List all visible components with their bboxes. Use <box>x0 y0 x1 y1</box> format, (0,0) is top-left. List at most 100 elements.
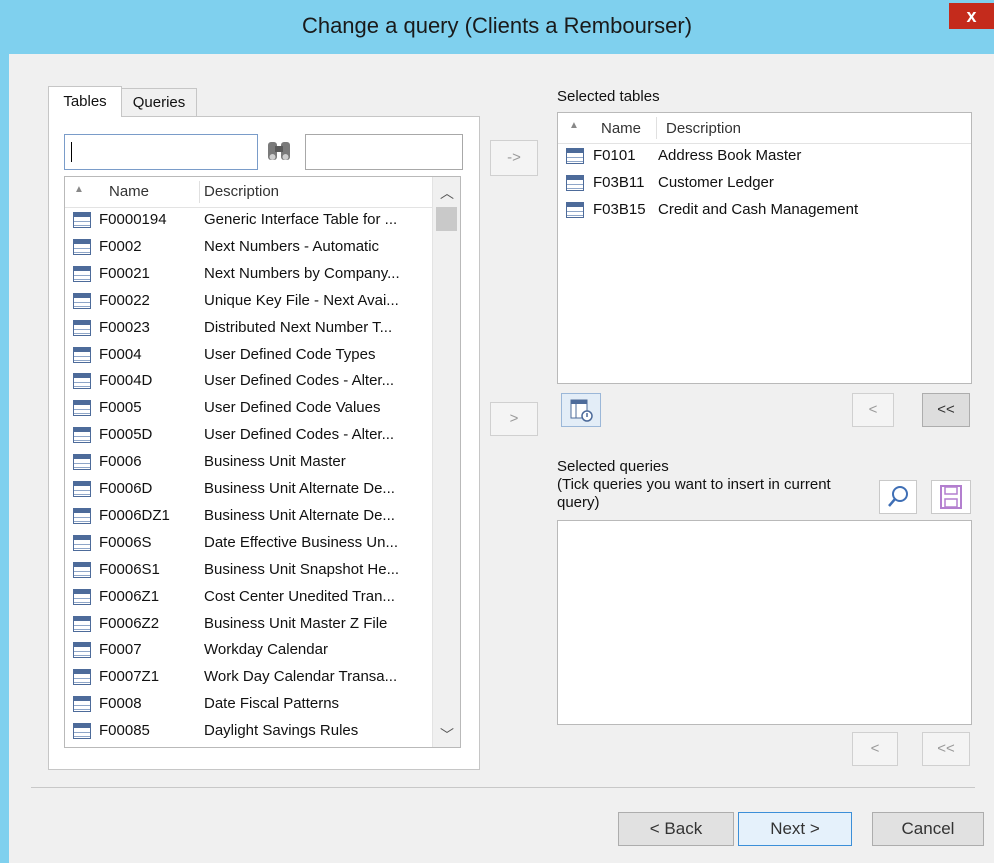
table-row[interactable]: F0008 Date Fiscal Patterns <box>65 691 432 718</box>
table-row[interactable]: F00021 Next Numbers by Company... <box>65 261 432 288</box>
table-icon <box>73 723 91 740</box>
table-description: Business Unit Master Z File <box>204 614 388 632</box>
table-row[interactable]: F03B15 Credit and Cash Management <box>558 197 971 224</box>
table-row[interactable]: F0006D Business Unit Alternate De... <box>65 476 432 503</box>
save-query-button[interactable] <box>931 480 971 514</box>
table-name: F03B11 <box>593 174 645 191</box>
title-bar[interactable]: Change a query (Clients a Rembourser) x <box>0 0 994 54</box>
selected-queries-hint: (Tick queries you want to insert in curr… <box>557 476 831 493</box>
table-name: F0000194 <box>99 211 167 228</box>
column-divider[interactable] <box>656 117 657 139</box>
table-row[interactable]: F00023 Distributed Next Number T... <box>65 315 432 342</box>
filter-input[interactable] <box>305 134 463 170</box>
table-name: F0006DZ1 <box>99 506 170 524</box>
table-name: F0006S1 <box>99 560 160 578</box>
table-row[interactable]: F0004 User Defined Code Types <box>65 342 432 369</box>
available-tables-list: ▲ Name Description F0000194 Generic Inter… <box>64 176 461 748</box>
table-row[interactable]: F0006Z1 Cost Center Unedited Tran... <box>65 584 432 611</box>
table-name: F0004D <box>99 372 153 390</box>
magnifier-icon <box>888 486 908 507</box>
next-button[interactable]: Next > <box>738 812 852 846</box>
column-name[interactable]: Name <box>109 183 149 200</box>
table-icon <box>73 265 91 282</box>
scrollbar-thumb[interactable] <box>436 207 457 231</box>
table-icon <box>73 481 91 497</box>
table-row[interactable]: F0007Z1 Work Day Calendar Transa... <box>65 664 432 691</box>
table-row[interactable]: F00022 Unique Key File - Next Avai... <box>65 288 432 315</box>
table-description: Credit and Cash Management <box>658 201 859 218</box>
table-row[interactable]: F00085 Daylight Savings Rules <box>65 718 432 745</box>
table-row[interactable]: F0006S Date Effective Business Un... <box>65 530 432 557</box>
table-name: F03B15 <box>593 201 646 218</box>
table-icon <box>73 561 91 578</box>
table-name: F0005D <box>99 426 153 444</box>
table-row[interactable]: F0005D User Defined Codes - Alter... <box>65 422 432 449</box>
browse-query-button[interactable] <box>879 480 917 514</box>
search-button[interactable] <box>262 134 296 168</box>
column-description[interactable]: Description <box>666 120 741 137</box>
table-description: Work Day Calendar Transa... <box>204 668 398 686</box>
table-icon <box>73 507 91 524</box>
table-name: F0007 <box>99 641 142 659</box>
search-input[interactable] <box>64 134 258 170</box>
table-icon <box>73 615 91 632</box>
table-icon <box>73 642 91 659</box>
scroll-down-arrow-icon[interactable]: ﹀ <box>440 725 454 745</box>
tab-queries[interactable]: Queries <box>121 88 197 117</box>
table-description: Generic Interface Table for ... <box>204 211 398 228</box>
close-button[interactable]: x <box>949 3 994 29</box>
table-description: User Defined Codes - Alter... <box>204 372 395 390</box>
selected-tables-list: ▲ Name Description F0101 Address Book Mas… <box>557 112 972 384</box>
table-icon <box>73 400 91 417</box>
table-description: User Defined Code Values <box>204 399 381 417</box>
selected-queries-list[interactable] <box>557 520 972 725</box>
table-name: F0006D <box>99 480 153 497</box>
remove-table-button[interactable]: < <box>852 393 894 427</box>
table-icon <box>73 319 91 336</box>
selected-queries-hint-cont: query) <box>557 494 600 511</box>
table-row[interactable]: F0000194 Generic Interface Table for ... <box>65 207 432 234</box>
table-name: F0006Z1 <box>99 587 160 605</box>
table-row[interactable]: F0002 Next Numbers - Automatic <box>65 234 432 261</box>
table-name: F0008 <box>99 695 142 713</box>
table-row[interactable]: F0006S1 Business Unit Snapshot He... <box>65 557 432 584</box>
back-button[interactable]: < Back <box>618 812 734 846</box>
cancel-button[interactable]: Cancel <box>872 812 984 846</box>
table-description: Business Unit Alternate De... <box>204 480 395 497</box>
remove-query-button[interactable]: < <box>852 732 898 766</box>
vertical-scrollbar[interactable]: ︿ ﹀ <box>432 177 460 747</box>
table-row[interactable]: F03B11 Customer Ledger <box>558 170 971 197</box>
table-name: F00023 <box>99 318 150 336</box>
table-row[interactable]: F0006 Business Unit Master <box>65 449 432 476</box>
add-query-button[interactable]: > <box>490 402 538 436</box>
table-name: F0006 <box>99 453 142 471</box>
remove-all-queries-button[interactable]: << <box>922 732 970 766</box>
table-row[interactable]: F0101 Address Book Master <box>558 143 971 170</box>
table-description: Date Fiscal Patterns <box>204 695 340 713</box>
binoculars-icon <box>268 142 290 160</box>
table-icon <box>73 373 91 390</box>
column-divider[interactable] <box>199 181 200 203</box>
text-cursor <box>71 142 72 162</box>
scroll-up-arrow-icon[interactable]: ︿ <box>440 183 454 203</box>
table-description: Next Numbers - Automatic <box>204 237 380 255</box>
remove-all-tables-button[interactable]: << <box>922 393 970 427</box>
table-name: F0101 <box>593 147 636 164</box>
table-link-button[interactable] <box>561 393 601 427</box>
table-description: Business Unit Alternate De... <box>204 506 395 524</box>
table-description: Daylight Savings Rules <box>204 722 359 740</box>
table-row[interactable]: F0006DZ1 Business Unit Alternate De... <box>65 503 432 530</box>
table-description: User Defined Codes - Alter... <box>204 426 395 444</box>
table-row[interactable]: F0006Z2 Business Unit Master Z File <box>65 611 432 638</box>
column-description[interactable]: Description <box>204 183 279 200</box>
column-name[interactable]: Name <box>601 120 641 137</box>
tab-tables[interactable]: Tables <box>48 86 122 117</box>
selected-tables-label: Selected tables <box>557 88 660 105</box>
table-row[interactable]: F0007 Workday Calendar <box>65 637 432 664</box>
table-icon <box>73 292 91 309</box>
table-description: Unique Key File - Next Avai... <box>204 291 399 309</box>
selected-queries-label: Selected queries (Tick queries you want … <box>557 458 877 512</box>
add-table-button[interactable]: -> <box>490 140 538 176</box>
table-row[interactable]: F0004D User Defined Codes - Alter... <box>65 368 432 395</box>
table-row[interactable]: F0005 User Defined Code Values <box>65 395 432 422</box>
